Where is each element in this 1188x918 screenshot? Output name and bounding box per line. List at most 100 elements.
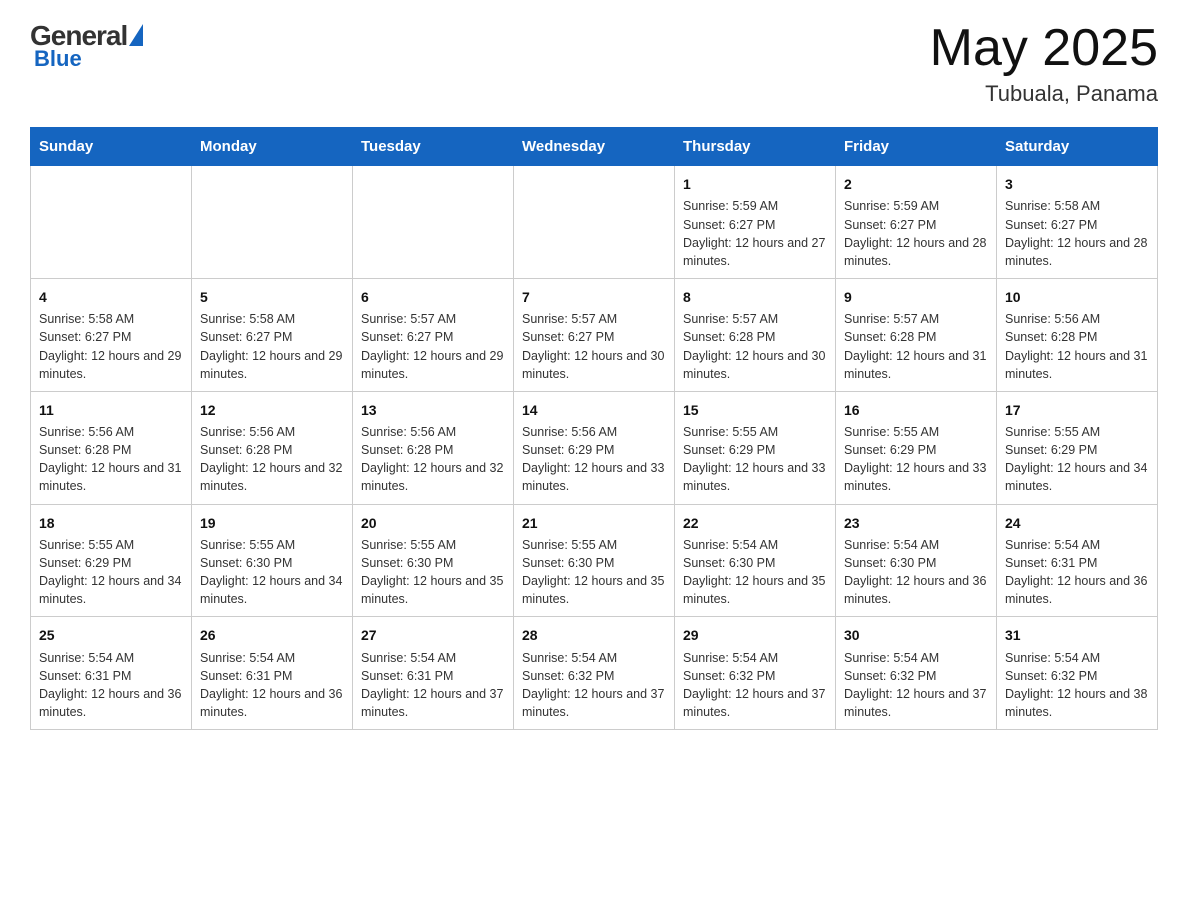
day-number: 5	[200, 287, 344, 307]
day-number: 18	[39, 513, 183, 533]
calendar-cell	[192, 166, 353, 279]
day-number: 21	[522, 513, 666, 533]
day-number: 9	[844, 287, 988, 307]
day-info: Sunrise: 5:55 AMSunset: 6:30 PMDaylight:…	[200, 536, 344, 609]
day-number: 24	[1005, 513, 1149, 533]
calendar-cell: 8 Sunrise: 5:57 AMSunset: 6:28 PMDaylight…	[675, 278, 836, 391]
calendar-cell: 20 Sunrise: 5:55 AMSunset: 6:30 PMDayligh…	[353, 504, 514, 617]
day-info: Sunrise: 5:55 AMSunset: 6:29 PMDaylight:…	[844, 423, 988, 496]
calendar-cell: 31Sunrise: 5:54 AMSunset: 6:32 PMDayligh…	[997, 617, 1158, 730]
day-number: 30	[844, 625, 988, 645]
calendar-week-row: 11 Sunrise: 5:56 AMSunset: 6:28 PMDayligh…	[31, 391, 1158, 504]
day-number: 12	[200, 400, 344, 420]
calendar-header-tuesday: Tuesday	[353, 128, 514, 166]
day-number: 25	[39, 625, 183, 645]
day-info: Sunrise: 5:58 AMSunset: 6:27 PMDaylight:…	[1005, 197, 1149, 270]
calendar-cell: 29 Sunrise: 5:54 AMSunset: 6:32 PMDayligh…	[675, 617, 836, 730]
day-number: 1	[683, 174, 827, 194]
calendar-cell: 7 Sunrise: 5:57 AMSunset: 6:27 PMDaylight…	[514, 278, 675, 391]
day-number: 14	[522, 400, 666, 420]
calendar-header-sunday: Sunday	[31, 128, 192, 166]
day-info: Sunrise: 5:55 AMSunset: 6:29 PMDaylight:…	[39, 536, 183, 609]
calendar-cell: 11 Sunrise: 5:56 AMSunset: 6:28 PMDayligh…	[31, 391, 192, 504]
day-number: 10	[1005, 287, 1149, 307]
day-info: Sunrise: 5:56 AMSunset: 6:28 PMDaylight:…	[39, 423, 183, 496]
day-info: Sunrise: 5:59 AMSunset: 6:27 PMDaylight:…	[844, 197, 988, 270]
calendar-cell: 21 Sunrise: 5:55 AMSunset: 6:30 PMDayligh…	[514, 504, 675, 617]
day-info: Sunrise: 5:54 AMSunset: 6:32 PMDaylight:…	[683, 649, 827, 722]
day-number: 27	[361, 625, 505, 645]
day-info: Sunrise: 5:58 AMSunset: 6:27 PMDaylight:…	[39, 310, 183, 383]
calendar-cell: 12 Sunrise: 5:56 AMSunset: 6:28 PMDayligh…	[192, 391, 353, 504]
calendar-cell	[353, 166, 514, 279]
day-number: 4	[39, 287, 183, 307]
calendar-cell: 22 Sunrise: 5:54 AMSunset: 6:30 PMDayligh…	[675, 504, 836, 617]
logo: General Blue	[30, 20, 143, 72]
day-info: Sunrise: 5:59 AMSunset: 6:27 PMDaylight:…	[683, 197, 827, 270]
day-info: Sunrise: 5:54 AMSunset: 6:31 PMDaylight:…	[361, 649, 505, 722]
day-number: 3	[1005, 174, 1149, 194]
calendar-header-wednesday: Wednesday	[514, 128, 675, 166]
day-number: 22	[683, 513, 827, 533]
day-number: 20	[361, 513, 505, 533]
day-number: 6	[361, 287, 505, 307]
day-number: 28	[522, 625, 666, 645]
calendar-cell: 18 Sunrise: 5:55 AMSunset: 6:29 PMDayligh…	[31, 504, 192, 617]
calendar-cell: 10 Sunrise: 5:56 AMSunset: 6:28 PMDayligh…	[997, 278, 1158, 391]
day-info: Sunrise: 5:55 AMSunset: 6:30 PMDaylight:…	[522, 536, 666, 609]
day-info: Sunrise: 5:57 AMSunset: 6:28 PMDaylight:…	[683, 310, 827, 383]
calendar-cell: 3 Sunrise: 5:58 AMSunset: 6:27 PMDaylight…	[997, 166, 1158, 279]
calendar-cell: 13Sunrise: 5:56 AMSunset: 6:28 PMDayligh…	[353, 391, 514, 504]
day-info: Sunrise: 5:55 AMSunset: 6:29 PMDaylight:…	[1005, 423, 1149, 496]
calendar-cell: 26 Sunrise: 5:54 AMSunset: 6:31 PMDayligh…	[192, 617, 353, 730]
calendar-header-monday: Monday	[192, 128, 353, 166]
calendar-header-row: SundayMondayTuesdayWednesdayThursdayFrid…	[31, 128, 1158, 166]
calendar-cell: 19Sunrise: 5:55 AMSunset: 6:30 PMDayligh…	[192, 504, 353, 617]
calendar-week-row: 4 Sunrise: 5:58 AMSunset: 6:27 PMDaylight…	[31, 278, 1158, 391]
day-number: 11	[39, 400, 183, 420]
calendar-cell: 2 Sunrise: 5:59 AMSunset: 6:27 PMDaylight…	[836, 166, 997, 279]
day-info: Sunrise: 5:54 AMSunset: 6:32 PMDaylight:…	[1005, 649, 1149, 722]
day-number: 13	[361, 400, 505, 420]
day-info: Sunrise: 5:54 AMSunset: 6:30 PMDaylight:…	[683, 536, 827, 609]
title-area: May 2025 Tubuala, Panama	[930, 20, 1158, 107]
calendar-cell: 14Sunrise: 5:56 AMSunset: 6:29 PMDayligh…	[514, 391, 675, 504]
page-header: General Blue May 2025 Tubuala, Panama	[30, 20, 1158, 107]
calendar-cell: 27 Sunrise: 5:54 AMSunset: 6:31 PMDayligh…	[353, 617, 514, 730]
day-number: 17	[1005, 400, 1149, 420]
day-number: 23	[844, 513, 988, 533]
calendar-cell: 17 Sunrise: 5:55 AMSunset: 6:29 PMDayligh…	[997, 391, 1158, 504]
calendar-week-row: 18 Sunrise: 5:55 AMSunset: 6:29 PMDayligh…	[31, 504, 1158, 617]
calendar-cell: 25 Sunrise: 5:54 AMSunset: 6:31 PMDayligh…	[31, 617, 192, 730]
day-number: 29	[683, 625, 827, 645]
day-info: Sunrise: 5:56 AMSunset: 6:28 PMDaylight:…	[1005, 310, 1149, 383]
calendar-cell: 23 Sunrise: 5:54 AMSunset: 6:30 PMDayligh…	[836, 504, 997, 617]
calendar-cell: 15Sunrise: 5:55 AMSunset: 6:29 PMDayligh…	[675, 391, 836, 504]
calendar-cell: 9 Sunrise: 5:57 AMSunset: 6:28 PMDaylight…	[836, 278, 997, 391]
day-info: Sunrise: 5:54 AMSunset: 6:30 PMDaylight:…	[844, 536, 988, 609]
calendar-cell: 28Sunrise: 5:54 AMSunset: 6:32 PMDayligh…	[514, 617, 675, 730]
calendar-cell: 5Sunrise: 5:58 AMSunset: 6:27 PMDaylight…	[192, 278, 353, 391]
calendar-header-saturday: Saturday	[997, 128, 1158, 166]
day-info: Sunrise: 5:54 AMSunset: 6:32 PMDaylight:…	[844, 649, 988, 722]
calendar-cell	[31, 166, 192, 279]
day-info: Sunrise: 5:54 AMSunset: 6:31 PMDaylight:…	[1005, 536, 1149, 609]
day-info: Sunrise: 5:57 AMSunset: 6:28 PMDaylight:…	[844, 310, 988, 383]
day-info: Sunrise: 5:55 AMSunset: 6:30 PMDaylight:…	[361, 536, 505, 609]
day-number: 15	[683, 400, 827, 420]
day-info: Sunrise: 5:54 AMSunset: 6:31 PMDaylight:…	[200, 649, 344, 722]
calendar-cell: 4 Sunrise: 5:58 AMSunset: 6:27 PMDaylight…	[31, 278, 192, 391]
day-number: 26	[200, 625, 344, 645]
day-info: Sunrise: 5:54 AMSunset: 6:31 PMDaylight:…	[39, 649, 183, 722]
day-number: 2	[844, 174, 988, 194]
calendar-cell: 30 Sunrise: 5:54 AMSunset: 6:32 PMDayligh…	[836, 617, 997, 730]
calendar-table: SundayMondayTuesdayWednesdayThursdayFrid…	[30, 127, 1158, 730]
day-info: Sunrise: 5:56 AMSunset: 6:28 PMDaylight:…	[200, 423, 344, 496]
day-number: 8	[683, 287, 827, 307]
logo-blue-text: Blue	[34, 46, 82, 72]
day-info: Sunrise: 5:57 AMSunset: 6:27 PMDaylight:…	[522, 310, 666, 383]
calendar-cell	[514, 166, 675, 279]
day-number: 16	[844, 400, 988, 420]
day-number: 7	[522, 287, 666, 307]
calendar-header-friday: Friday	[836, 128, 997, 166]
